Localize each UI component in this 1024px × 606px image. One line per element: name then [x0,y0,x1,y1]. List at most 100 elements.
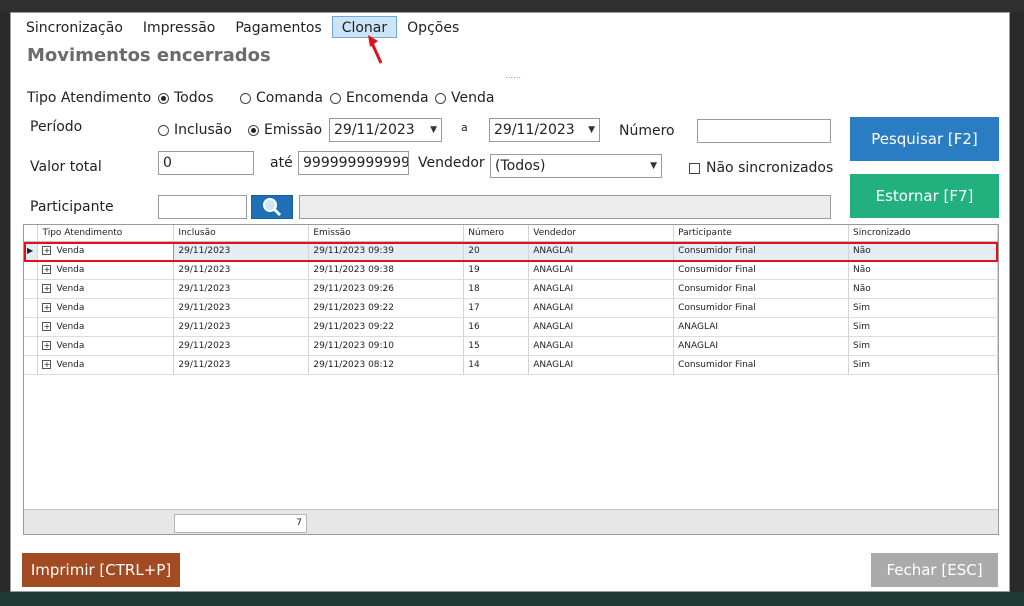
cell-vendedor: ANAGLAI [528,298,675,318]
expand-plus-icon[interactable]: + [42,283,52,293]
chevron-down-icon[interactable]: ▼ [430,121,437,139]
cell-participante: Consumidor Final [673,279,850,299]
cell-tipo[interactable]: + Venda [37,336,175,356]
row-indicator [24,260,39,280]
radio-inclusao[interactable]: Inclusão [158,122,232,138]
column-header-sincronizado[interactable]: Sincronizado [848,225,998,242]
column-header-vendedor[interactable]: Vendedor [528,225,675,242]
estornar-button[interactable]: Estornar [F7] [850,174,999,218]
numero-label: Número [619,123,675,139]
expand-plus-icon[interactable]: + [42,302,52,312]
radio-emissao[interactable]: Emissão [248,122,322,138]
menu-opcoes[interactable]: Opções [397,16,469,38]
participante-search-button[interactable] [251,195,293,219]
cell-participante: Consumidor Final [673,241,850,261]
background-right [1010,12,1024,592]
column-header-emissao[interactable]: Emissão [308,225,465,242]
date-to-picker[interactable]: 29/11/2023 ▼ [489,118,600,142]
pesquisar-button[interactable]: Pesquisar [F2] [850,117,999,161]
cell-vendedor: ANAGLAI [528,336,675,356]
participante-code-input[interactable] [158,195,247,219]
expand-plus-icon[interactable]: + [42,321,52,331]
radio-venda[interactable]: Venda [435,90,494,106]
cell-numero: 19 [463,260,530,280]
expand-plus-icon[interactable]: + [42,245,52,255]
cell-sincronizado: Sim [848,298,998,318]
cell-inclusao: 29/11/2023 [173,355,310,375]
fechar-button[interactable]: Fechar [ESC] [871,553,998,587]
current-row-arrow-icon: ▶ [27,245,34,255]
cell-participante: Consumidor Final [673,355,850,375]
table-row[interactable]: + Venda 29/11/2023 29/11/2023 08:12 14 AN… [24,355,998,375]
column-header-inclusao[interactable]: Inclusão [173,225,310,242]
cell-vendedor: ANAGLAI [528,260,675,280]
cell-inclusao: 29/11/2023 [173,241,310,261]
cell-inclusao: 29/11/2023 [173,279,310,299]
radio-encomenda[interactable]: Encomenda [330,90,429,106]
cell-tipo[interactable]: + Venda [37,260,175,280]
row-indicator [24,298,39,318]
column-header-numero[interactable]: Número [463,225,530,242]
menu-bar: Sincronização Impressão Pagamentos Clona… [11,15,469,39]
row-indicator [24,279,39,299]
cell-participante: Consumidor Final [673,260,850,280]
expand-plus-icon[interactable]: + [42,264,52,274]
chevron-down-icon[interactable]: ▼ [588,121,595,139]
cell-numero: 16 [463,317,530,337]
table-row[interactable]: + Venda 29/11/2023 29/11/2023 09:26 18 AN… [24,279,998,299]
cell-vendedor: ANAGLAI [528,355,675,375]
table-row[interactable]: + Venda 29/11/2023 29/11/2023 09:22 16 AN… [24,317,998,337]
table-row[interactable]: + Venda 29/11/2023 29/11/2023 09:22 17 AN… [24,298,998,318]
table-row[interactable]: ▶ + Venda 29/11/2023 29/11/2023 09:39 20 … [24,240,998,261]
expand-plus-icon[interactable]: + [42,359,52,369]
date-from-picker[interactable]: 29/11/2023 ▼ [329,118,442,142]
menu-pagamentos[interactable]: Pagamentos [225,16,331,38]
radio-unselected-icon [435,92,446,104]
tipo-atendimento-label: Tipo Atendimento [27,90,152,106]
resize-grip-icon[interactable]: ⋯⋯ [505,73,521,82]
cell-numero: 17 [463,298,530,318]
table-row[interactable]: + Venda 29/11/2023 29/11/2023 09:10 15 AN… [24,336,998,356]
cell-sincronizado: Não [848,260,998,280]
chevron-down-icon[interactable]: ▼ [650,157,657,175]
cell-emissao: 29/11/2023 08:12 [308,355,465,375]
cell-tipo[interactable]: + Venda [37,279,175,299]
vendedor-select[interactable]: (Todos) ▼ [490,154,662,178]
row-indicator-header [24,225,39,242]
participante-label: Participante [30,199,114,215]
cell-emissao: 29/11/2023 09:26 [308,279,465,299]
cell-inclusao: 29/11/2023 [173,298,310,318]
row-indicator [24,317,39,337]
menu-impressao[interactable]: Impressão [133,16,225,38]
cell-inclusao: 29/11/2023 [173,260,310,280]
column-header-tipo[interactable]: Tipo Atendimento [37,225,175,242]
menu-clonar[interactable]: Clonar [331,16,398,38]
background-left [0,12,10,592]
radio-todos[interactable]: Todos [158,90,213,106]
column-header-participante[interactable]: Participante [673,225,850,242]
cell-numero: 14 [463,355,530,375]
cell-participante: ANAGLAI [673,336,850,356]
valor-from-input[interactable]: 0 [158,151,254,175]
cell-sincronizado: Não [848,241,998,261]
menu-sincronizacao[interactable]: Sincronização [11,16,133,38]
row-indicator: ▶ [24,241,39,261]
table-row[interactable]: + Venda 29/11/2023 29/11/2023 09:38 19 AN… [24,260,998,280]
numero-input[interactable] [697,119,831,143]
cell-sincronizado: Sim [848,355,998,375]
nao-sincronizados-checkbox[interactable]: Não sincronizados [689,160,833,176]
cell-tipo[interactable]: + Venda [37,317,175,337]
cell-tipo[interactable]: + Venda [37,298,175,318]
red-arrow-pointer-icon [368,35,383,64]
imprimir-button[interactable]: Imprimir [CTRL+P] [22,553,180,587]
cell-tipo[interactable]: + Venda [37,240,175,261]
expand-plus-icon[interactable]: + [42,340,52,350]
radio-selected-icon [158,92,169,104]
cell-participante: ANAGLAI [673,317,850,337]
background-top [0,0,1024,12]
cell-tipo[interactable]: + Venda [37,355,175,375]
radio-comanda[interactable]: Comanda [240,90,323,106]
valor-to-input[interactable]: 999999999999 [298,151,409,175]
movimentos-grid: Tipo Atendimento Inclusão Emissão Número… [23,224,999,535]
checkbox-unchecked-icon [689,162,700,174]
